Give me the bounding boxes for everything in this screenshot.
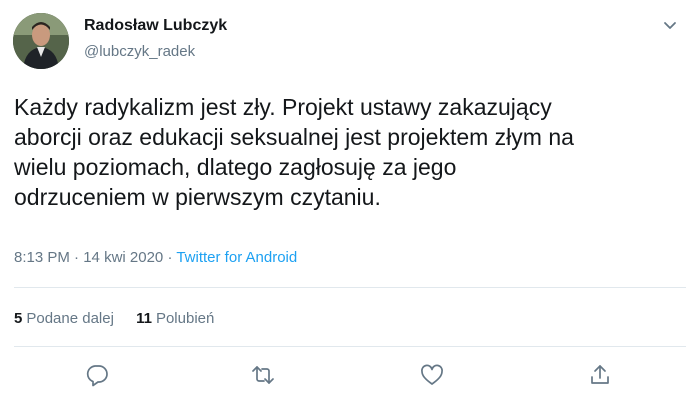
- likes-count: 11: [136, 310, 152, 327]
- likes-label: Polubień: [155, 310, 215, 327]
- share-icon[interactable]: [587, 362, 613, 388]
- tweet-time[interactable]: 8:13 PM: [14, 249, 70, 266]
- chevron-down-icon[interactable]: [659, 14, 681, 36]
- tweet-card: Radosław Lubczyk @lubczyk_radek Każdy ra…: [0, 0, 700, 400]
- retweets-count: 5: [14, 310, 23, 327]
- retweets-label: Podane dalej: [26, 310, 114, 327]
- author-display-name[interactable]: Radosław Lubczyk: [84, 17, 227, 35]
- meta-separator: ·: [163, 249, 177, 266]
- author-handle[interactable]: @lubczyk_radek: [84, 43, 195, 60]
- retweet-icon[interactable]: [250, 362, 276, 388]
- divider: [14, 346, 686, 347]
- reply-icon[interactable]: [84, 362, 110, 388]
- likes-stat[interactable]: 11 Polubień: [136, 310, 214, 327]
- tweet-meta: 8:13 PM · 14 kwi 2020 · Twitter for Andr…: [14, 249, 297, 266]
- divider: [14, 287, 686, 288]
- tweet-source-link[interactable]: Twitter for Android: [176, 249, 297, 266]
- tweet-stats: 5 Podane dalej 11 Polubień: [14, 310, 232, 327]
- meta-separator: ·: [69, 249, 84, 266]
- avatar[interactable]: [13, 13, 69, 69]
- tweet-date[interactable]: 14 kwi 2020: [83, 249, 163, 266]
- retweets-stat[interactable]: 5 Podane dalej: [14, 310, 114, 327]
- heart-icon[interactable]: [419, 362, 445, 388]
- tweet-text: Każdy radykalizm jest zły. Projekt ustaw…: [14, 94, 574, 210]
